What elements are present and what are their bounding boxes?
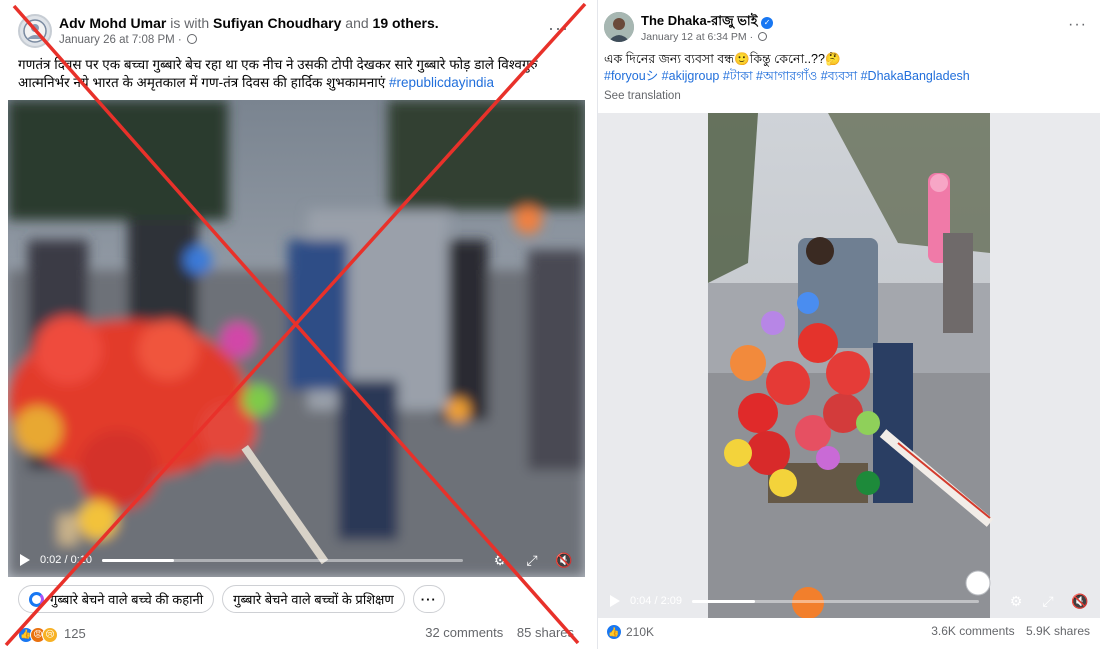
- right-post-stats: 👍 210K 3.6K comments 5.9K shares: [606, 624, 1090, 640]
- video-frame: [8, 100, 585, 577]
- video-progress-fill: [102, 558, 175, 562]
- author-name[interactable]: Adv Mohd Umar: [59, 15, 166, 31]
- right-reactions-count[interactable]: 210K: [626, 625, 654, 639]
- globe-icon: [186, 34, 197, 44]
- right-post-body: এক দিনের জন্য ব্যবসা বন্ধ🙂কিন্তু কেনো..?…: [604, 52, 841, 66]
- right-post: The Dhaka-রাজু ভাই ✓ January 12 at 6:34 …: [597, 0, 1100, 649]
- globe-icon: [757, 32, 767, 41]
- video-player[interactable]: 0:02 / 0:10 ⚙ ⤢ 🔇: [8, 100, 585, 577]
- post-text: गणतंत्र दिवस पर एक बच्चा गुब्बारे बेच रह…: [18, 56, 574, 92]
- related-chip-1[interactable]: गुब्बारे बेचने वाले बच्चे की कहानी: [18, 585, 215, 613]
- with-text: is with: [170, 15, 210, 31]
- chip-label-2: गुब्बारे बेचने वाले बच्चों के प्रशिक्षण: [233, 592, 394, 607]
- play-icon[interactable]: [20, 554, 30, 566]
- right-post-header: The Dhaka-রাজু ভাই ✓ January 12 at 6:34 …: [604, 12, 774, 44]
- reactions-count[interactable]: 125: [64, 626, 86, 641]
- reactions-icons[interactable]: 👍 😡 😢: [18, 625, 58, 643]
- play-icon[interactable]: [610, 595, 620, 607]
- mute-icon[interactable]: 🔇: [1071, 592, 1089, 610]
- right-post-meta: January 12 at 6:34 PM ·: [641, 30, 773, 44]
- mute-icon[interactable]: 🔇: [555, 551, 573, 569]
- author-line: Adv Mohd Umar is with Sufiyan Choudhary …: [59, 15, 439, 32]
- avatar[interactable]: [18, 14, 52, 48]
- post-stats: 👍 😡 😢 125 32 comments 85 shares: [18, 625, 574, 643]
- left-post: Adv Mohd Umar is with Sufiyan Choudhary …: [0, 0, 590, 649]
- related-search-icon: [29, 591, 44, 607]
- page-name[interactable]: The Dhaka-রাজু ভাই: [641, 13, 757, 28]
- right-video-progress-fill: [692, 599, 756, 603]
- more-options-icon[interactable]: ···: [548, 18, 569, 39]
- and-text: and: [345, 15, 369, 31]
- video-progress-bar[interactable]: [102, 558, 463, 562]
- right-post-date[interactable]: January 12 at 6:34 PM ·: [641, 31, 753, 43]
- fullscreen-icon[interactable]: ⤢: [1039, 592, 1057, 610]
- right-video-player[interactable]: 0:04 / 2:09 ⚙ ⤢ 🔇: [598, 113, 1100, 618]
- page-name-line: The Dhaka-রাজু ভাই ✓: [641, 12, 774, 29]
- shares-count[interactable]: 85 shares: [517, 625, 574, 640]
- video-controls: 0:02 / 0:10 ⚙ ⤢ 🔇: [8, 543, 585, 577]
- right-video-progress-bar[interactable]: [692, 599, 979, 603]
- fullscreen-icon[interactable]: ⤢: [523, 551, 541, 569]
- more-options-icon[interactable]: ···: [1068, 16, 1087, 34]
- page-avatar-photo-icon: [604, 12, 634, 42]
- post-date[interactable]: January 26 at 7:08 PM ·: [59, 34, 182, 46]
- settings-gear-icon[interactable]: ⚙: [1007, 592, 1025, 610]
- video-time: 0:02 / 0:10: [40, 554, 92, 566]
- right-comments-count[interactable]: 3.6K comments: [931, 624, 1014, 638]
- tagged-name[interactable]: Sufiyan Choudhary: [213, 15, 341, 31]
- right-hashtags[interactable]: #foryouシ #akijgroup #টাকা #আগারগাঁও #ব্য…: [604, 68, 1094, 85]
- related-chip-2[interactable]: गुब्बारे बेचने वाले बच्चों के प्रशिक्षण: [222, 585, 405, 613]
- page-avatar[interactable]: [604, 12, 634, 42]
- right-video-time: 0:04 / 2:09: [630, 595, 682, 607]
- see-translation-link[interactable]: See translation: [604, 90, 681, 102]
- post-meta: January 26 at 7:08 PM ·: [59, 33, 439, 47]
- right-stats-right: 3.6K comments 5.9K shares: [931, 624, 1090, 638]
- related-chips: गुब्बारे बेचने वाले बच्चे की कहानी गुब्ब…: [18, 585, 445, 613]
- right-video-controls: 0:04 / 2:09 ⚙ ⤢ 🔇: [598, 584, 1100, 618]
- right-post-text: এক দিনের জন্য ব্যবসা বন্ধ🙂কিন্তু কেনো..?…: [604, 51, 1094, 85]
- comments-count[interactable]: 32 comments: [425, 625, 503, 640]
- right-shares-count[interactable]: 5.9K shares: [1026, 624, 1090, 638]
- avatar-emblem-icon: [23, 19, 47, 43]
- others-link[interactable]: 19 others.: [373, 15, 439, 31]
- hashtag-link[interactable]: #republicdayindia: [389, 75, 494, 90]
- sad-reaction-icon: 😢: [42, 626, 58, 643]
- stats-right: 32 comments 85 shares: [425, 625, 574, 640]
- settings-gear-icon[interactable]: ⚙: [491, 551, 509, 569]
- chip-label-1: गुब्बारे बेचने वाले बच्चे की कहानी: [50, 592, 204, 607]
- more-chips-button[interactable]: ···: [412, 585, 445, 613]
- left-post-header: Adv Mohd Umar is with Sufiyan Choudhary …: [18, 14, 439, 48]
- right-video-frame: [598, 113, 1100, 618]
- like-reaction-icon[interactable]: 👍: [606, 624, 622, 640]
- verified-badge-icon: ✓: [761, 17, 774, 29]
